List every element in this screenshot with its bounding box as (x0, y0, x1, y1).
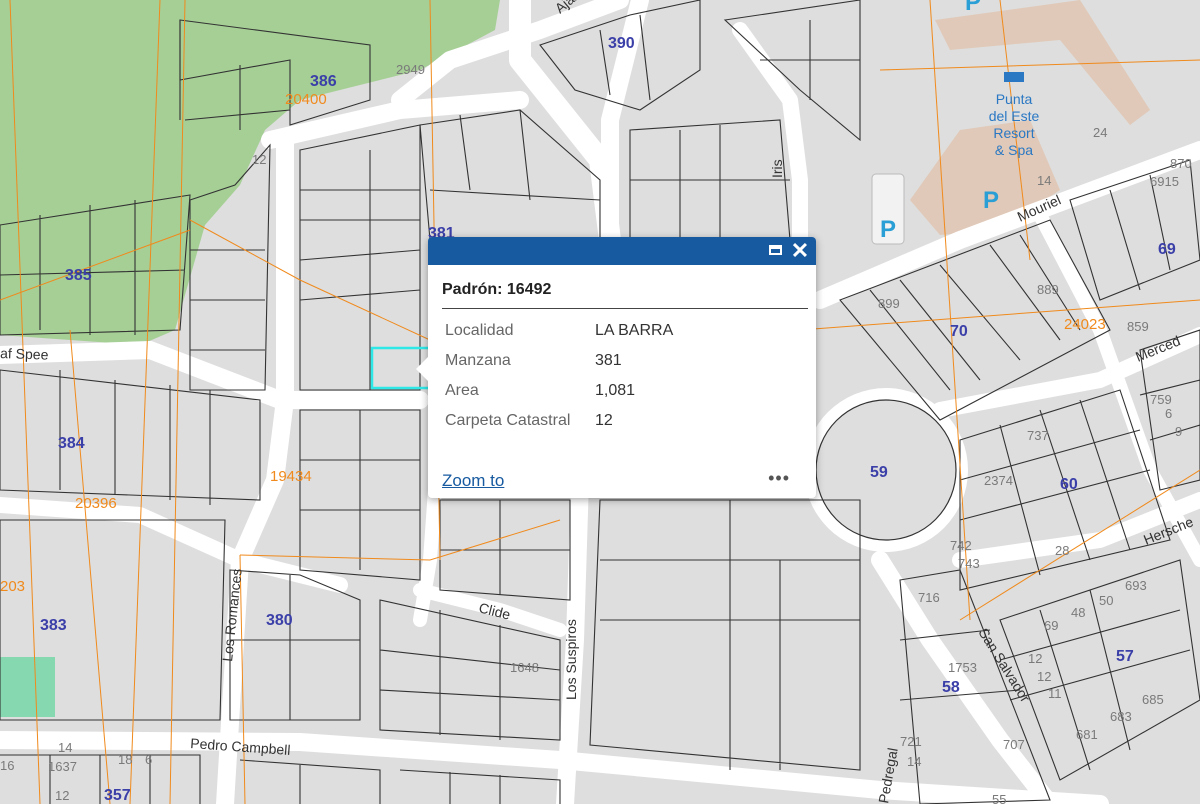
street-label: af Spee (0, 345, 49, 363)
block-label: 380 (266, 612, 293, 629)
svg-text:716: 716 (918, 590, 940, 605)
svg-text:69: 69 (1044, 618, 1058, 633)
field-label: Manzana (445, 351, 511, 369)
block-label: 357 (104, 787, 131, 804)
svg-text:899: 899 (878, 296, 900, 311)
svg-text:742: 742 (950, 538, 972, 553)
table-row: Area 1,081 (442, 376, 676, 406)
svg-text:737: 737 (1027, 428, 1049, 443)
svg-text:1753: 1753 (948, 660, 977, 675)
resort-name-line: Punta (996, 91, 1033, 107)
svg-text:14: 14 (1037, 173, 1051, 188)
hotel-icon (1004, 72, 1024, 82)
svg-text:24: 24 (1093, 125, 1107, 140)
block-label: 383 (40, 617, 67, 634)
table-row: Manzana 381 (442, 346, 676, 376)
svg-text:6915: 6915 (1150, 174, 1179, 189)
field-label: Carpeta Catastral (445, 411, 571, 429)
block-label: 60 (1060, 476, 1078, 493)
svg-text:1648: 1648 (510, 660, 539, 675)
svg-text:707: 707 (1003, 737, 1025, 752)
svg-text:693: 693 (1125, 578, 1147, 593)
svg-text:& Spa: & Spa (995, 142, 1033, 158)
popup-titlebar: ✕ (428, 237, 816, 265)
info-popup: ✕ Padrón: 16492 Localidad LA BARRA Manza… (416, 237, 816, 498)
svg-text:14: 14 (58, 740, 72, 755)
close-icon[interactable]: ✕ (790, 240, 810, 262)
svg-text:859: 859 (1127, 319, 1149, 334)
field-label: Localidad (445, 321, 514, 339)
svg-text:2374: 2374 (984, 473, 1013, 488)
svg-text:50: 50 (1099, 593, 1113, 608)
svg-text:681: 681 (1076, 727, 1098, 742)
block-label: 69 (1158, 241, 1176, 258)
svg-text:12: 12 (55, 788, 69, 803)
svg-text:1637: 1637 (48, 759, 77, 774)
svg-text:889: 889 (1037, 282, 1059, 297)
block-label: 384 (58, 435, 85, 452)
street-label: Los Suspiros (563, 619, 579, 700)
parking-icon: P (965, 0, 981, 16)
field-value: 381 (595, 351, 622, 369)
attribute-table: Localidad LA BARRA Manzana 381 Area 1,08… (442, 316, 676, 436)
svg-text:16: 16 (0, 758, 14, 773)
svg-text:203: 203 (0, 578, 25, 595)
block-label: 70 (950, 323, 968, 340)
maximize-icon[interactable] (766, 241, 786, 261)
svg-text:12: 12 (252, 152, 266, 167)
street-label: Iris (769, 159, 785, 178)
svg-text:685: 685 (1142, 692, 1164, 707)
svg-text:28: 28 (1055, 543, 1069, 558)
svg-text:18: 18 (118, 752, 132, 767)
svg-text:Resort: Resort (993, 125, 1034, 141)
svg-text:870: 870 (1170, 156, 1192, 171)
svg-text:6: 6 (1165, 406, 1172, 421)
popup-title: Padrón: 16492 (442, 281, 808, 309)
svg-text:2949: 2949 (396, 62, 425, 77)
sports-field (0, 657, 55, 717)
svg-text:20396: 20396 (75, 495, 117, 512)
svg-text:55: 55 (992, 792, 1006, 804)
svg-text:759: 759 (1150, 392, 1172, 407)
field-value: LA BARRA (595, 321, 674, 339)
svg-text:12: 12 (1037, 669, 1051, 684)
block-label: 385 (65, 267, 92, 284)
block-label: 390 (608, 35, 635, 52)
svg-text:del Este: del Este (989, 108, 1040, 124)
svg-text:6: 6 (145, 752, 152, 767)
block-label: 59 (870, 464, 888, 481)
table-row: Localidad LA BARRA (442, 316, 676, 346)
svg-text:721: 721 (900, 734, 922, 749)
more-options-icon[interactable]: ••• (768, 469, 790, 487)
field-value: 12 (595, 411, 613, 429)
zoom-to-link[interactable]: Zoom to (442, 471, 504, 491)
field-value: 1,081 (595, 381, 636, 399)
svg-text:683: 683 (1110, 709, 1132, 724)
svg-text:19434: 19434 (270, 468, 312, 485)
svg-text:14: 14 (907, 754, 921, 769)
field-label: Area (445, 381, 479, 399)
block-label: 58 (942, 679, 960, 696)
table-row: Carpeta Catastral 12 (442, 406, 676, 436)
svg-text:48: 48 (1071, 605, 1085, 620)
svg-text:20400: 20400 (285, 91, 327, 108)
svg-text:12: 12 (1028, 651, 1042, 666)
block-label: 386 (310, 73, 337, 90)
popup-pointer (416, 355, 430, 383)
block-label: 57 (1116, 648, 1134, 665)
svg-text:24023: 24023 (1064, 316, 1106, 333)
svg-text:9: 9 (1175, 424, 1182, 439)
parking-icon: P (983, 187, 999, 214)
svg-text:743: 743 (958, 556, 980, 571)
svg-text:11: 11 (1048, 686, 1062, 701)
parking-icon: P (880, 216, 896, 243)
